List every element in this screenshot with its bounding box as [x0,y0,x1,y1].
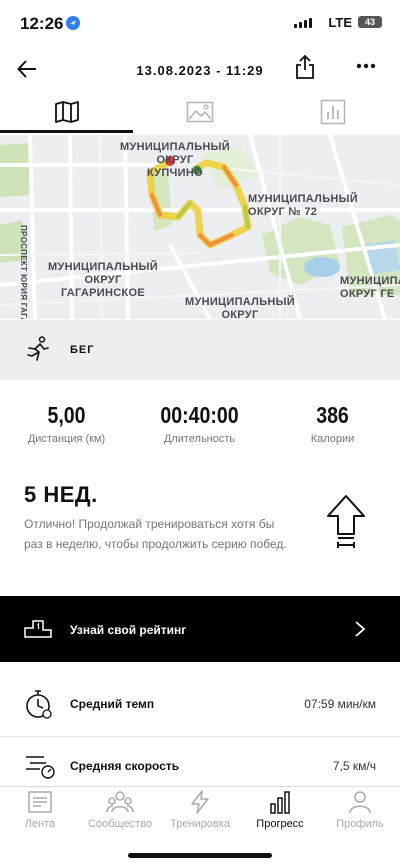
location-arrow-icon [66,16,80,30]
running-person-icon [26,336,50,367]
map-label-kupchino: МУНИЦИПАЛЬНЫЙ ОКРУГ КУПЧИНО [120,141,230,179]
stat-calories-label: Калории [310,433,355,445]
image-icon [186,101,213,123]
nav-workout-label: Тренировка [170,818,230,830]
stat-distance-value: 5,00 [47,402,86,428]
nav-feed[interactable]: Лента [0,790,80,830]
nav-community[interactable]: Сообщество [80,790,160,830]
podium-icon [24,618,52,643]
active-tab-indicator [0,130,133,133]
nav-progress[interactable]: Прогресс [240,790,320,830]
metric-avg-speed-label: Средняя скорость [70,759,180,773]
ranking-banner[interactable] [0,596,400,662]
chevron-right-icon [354,620,366,643]
metric-avg-pace-label: Средний темп [70,697,155,711]
metric-avg-pace-value: 07:59 мин/км [304,697,376,711]
stat-calories-value: 386 [316,402,349,428]
cellular-signal-icon [294,18,312,28]
nav-profile[interactable]: Профиль [320,790,400,830]
stat-duration-label: Длительность [163,433,236,445]
map-icon [54,101,79,123]
stopwatch-icon [24,688,54,725]
activity-type-label: БЕГ [70,344,95,356]
bar-chart-icon [320,99,345,125]
activity-type-row [0,320,400,380]
ranking-label: Узнай свой рейтинг [70,623,187,637]
tab-map[interactable] [0,92,133,132]
streak-description: Отлично! Продолжай тренироваться хотя бы… [24,517,287,551]
map-label-prospect: ПРОСПЕКТ ЮРИЯ ГАГАРИНА [19,225,28,319]
nav-community-label: Сообщество [88,818,152,830]
home-indicator[interactable] [128,853,272,858]
streak-up-arrow-icon [326,494,366,555]
status-time: 12:26 [20,14,64,33]
nav-profile-label: Профиль [336,818,384,830]
share-icon[interactable] [294,54,316,80]
tab-stats[interactable] [266,92,399,132]
map-label-okrug-bottom: МУНИЦИПАЛЬНЫЙ ОКРУГ [185,296,295,319]
status-bar: 12:26 LTE 43 [0,0,400,44]
battery-icon: 43 [358,16,382,28]
map-label-okrug-72: МУНИЦИПАЛЬНЫЙ ОКРУГ № 72 [248,193,358,218]
metric-avg-speed-value: 7,5 км/ч [332,759,376,773]
divider [0,736,400,737]
speed-icon [24,752,56,785]
streak-title: 5 НЕД. [24,482,98,507]
nav-progress-label: Прогресс [256,818,304,830]
tab-photos[interactable] [133,92,266,132]
map-label-right-edge: МУНИЦИПАЛЬНЫЙОКРУГ ГЕ [340,275,400,300]
progress-bars-icon [270,791,290,814]
lightning-icon [191,790,209,814]
map-label-gagarinskoe: МУНИЦИПАЛЬНЫЙ ОКРУГ ГАГАРИНСКОЕ [48,261,158,299]
community-icon [106,791,134,813]
page-title: 13.08.2023 - 11:29 [136,63,264,78]
profile-icon [349,791,371,814]
route-map[interactable]: МУНИЦИПАЛЬНЫЙ ОКРУГ КУПЧИНО МУНИЦИПАЛЬНЫЙ О… [0,135,400,319]
nav-workout[interactable]: Тренировка [160,790,240,830]
network-type: LTE [328,15,352,30]
feed-icon [28,791,52,813]
nav-feed-label: Лента [24,818,56,830]
stat-distance-label: Дистанция (км) [27,433,106,445]
stat-duration-value: 00:40:00 [160,402,239,428]
more-options-icon[interactable] [356,59,376,73]
